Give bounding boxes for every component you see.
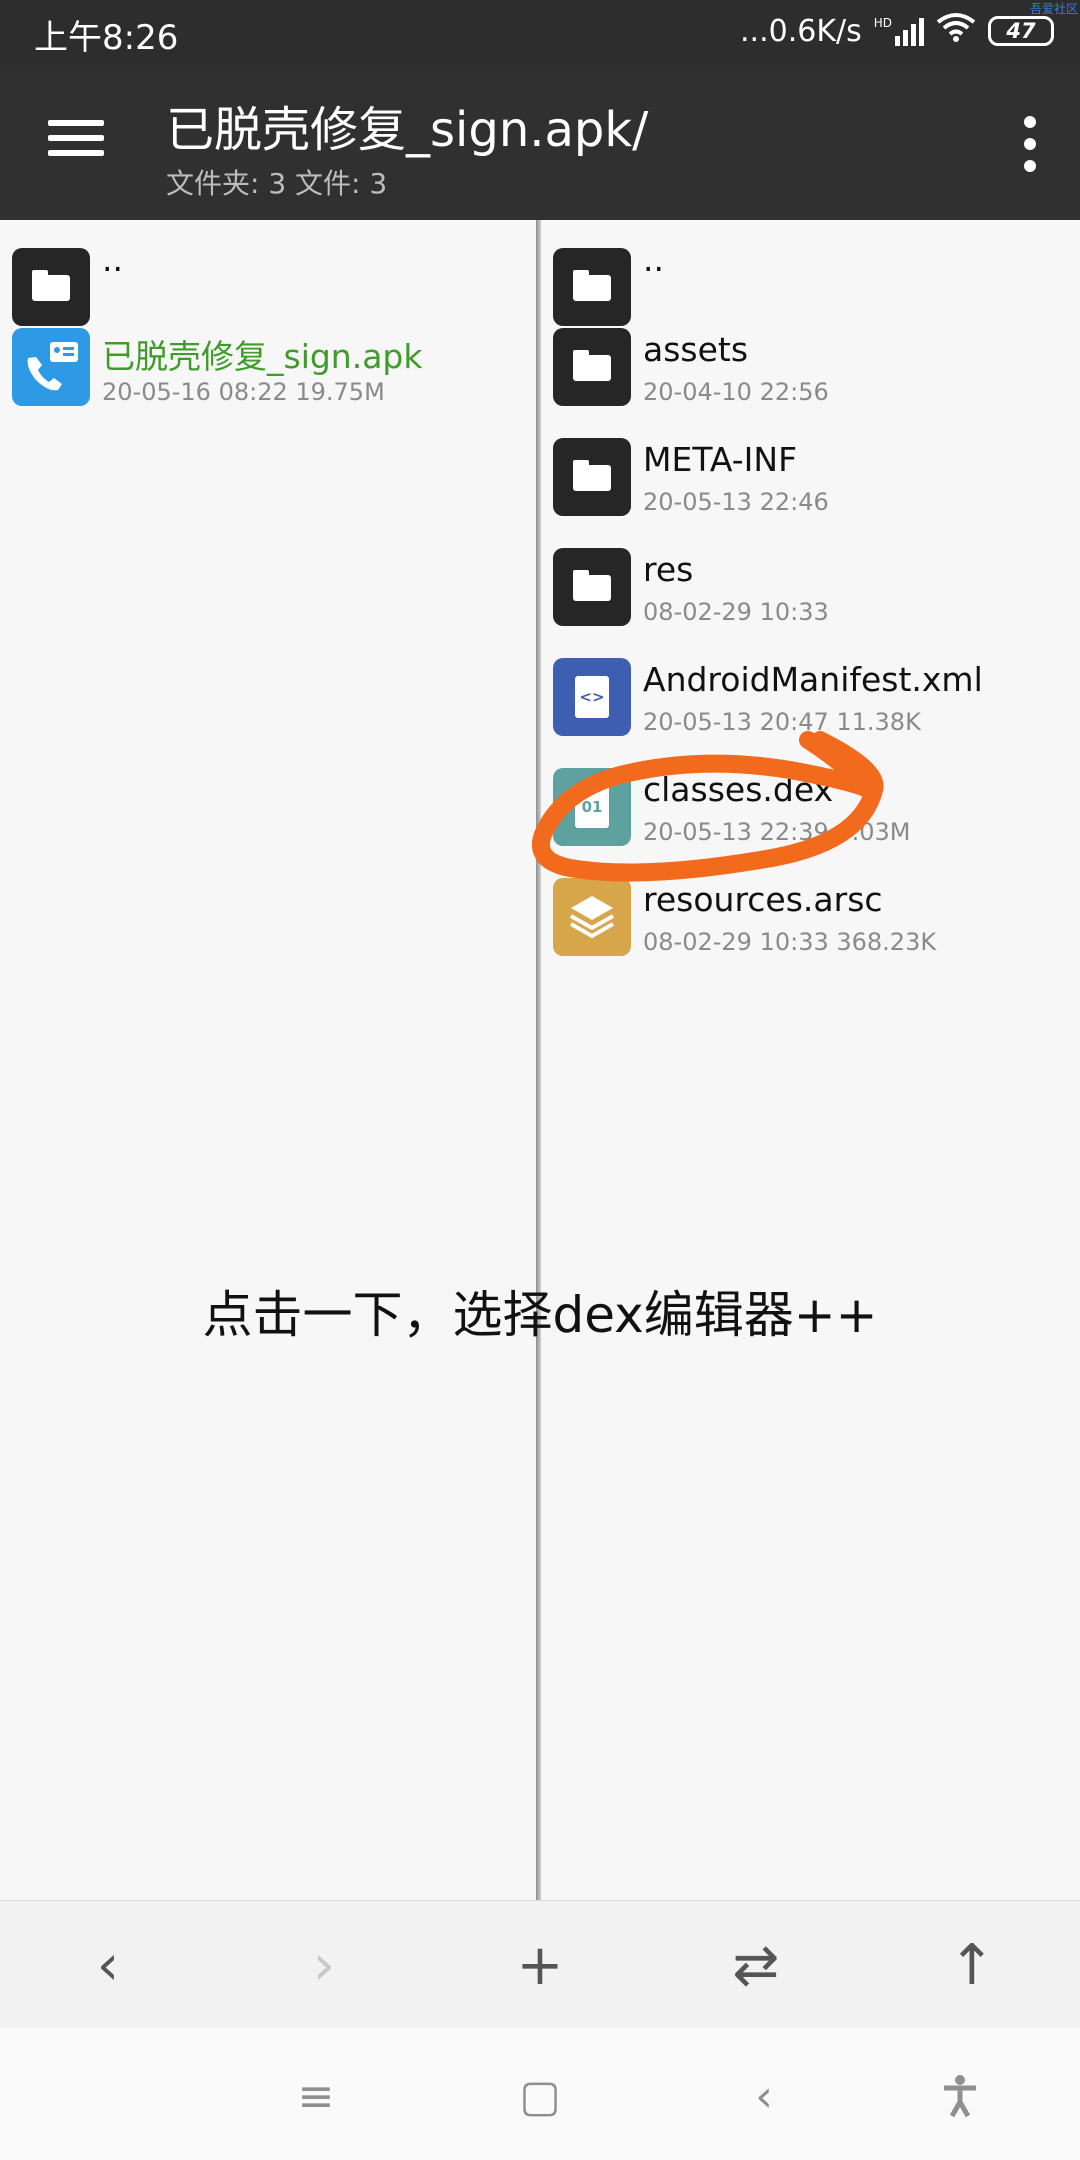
entry-name: 已脱壳修复_sign.apk bbox=[102, 337, 423, 376]
wifi-icon bbox=[936, 12, 976, 50]
status-time: 上午8:26 bbox=[34, 18, 179, 58]
swap-panes-icon[interactable]: ⇄ bbox=[716, 1925, 796, 2005]
entry-meta: 20-05-13 20:47 11.38K bbox=[643, 708, 921, 736]
page-title: 已脱壳修复_sign.apk/ bbox=[166, 102, 649, 158]
folder-item-meta-inf[interactable]: META-INF 20-05-13 22:46 bbox=[553, 422, 1073, 522]
signal-icon: HD bbox=[874, 16, 924, 46]
page-subtitle: 文件夹: 3 文件: 3 bbox=[166, 167, 388, 200]
entry-name: resources.arsc bbox=[643, 880, 883, 919]
home-icon[interactable]: ▢ bbox=[508, 2064, 572, 2128]
entry-meta: 20-05-16 08:22 19.75M bbox=[102, 378, 385, 406]
entry-name: AndroidManifest.xml bbox=[643, 660, 983, 699]
folder-icon bbox=[553, 438, 631, 516]
file-item-resources-arsc[interactable]: resources.arsc 08-02-29 10:33 368.23K bbox=[553, 862, 1073, 962]
forward-arrow-icon[interactable]: › bbox=[284, 1925, 364, 2005]
entry-name: META-INF bbox=[643, 440, 798, 479]
entry-meta: 20-04-10 22:56 bbox=[643, 378, 829, 406]
more-options-icon[interactable] bbox=[1020, 116, 1040, 172]
folder-item-res[interactable]: res 08-02-29 10:33 bbox=[553, 532, 1073, 632]
entry-name: .. bbox=[643, 240, 664, 279]
back-arrow-icon[interactable]: ‹ bbox=[68, 1925, 148, 2005]
signal-label: HD bbox=[873, 16, 892, 30]
recents-menu-icon[interactable]: ≡ bbox=[284, 2064, 348, 2128]
system-nav-bar: ≡ ▢ ‹ bbox=[0, 2028, 1080, 2160]
entry-name: .. bbox=[102, 240, 123, 279]
folder-icon bbox=[553, 328, 631, 406]
entry-meta: 08-02-29 10:33 bbox=[643, 598, 829, 626]
entry-meta: 08-02-29 10:33 368.23K bbox=[643, 928, 937, 956]
accessibility-icon[interactable] bbox=[928, 2064, 992, 2128]
dex-file-icon: 01 bbox=[553, 768, 631, 846]
back-icon[interactable]: ‹ bbox=[732, 2064, 796, 2128]
file-item-android-manifest[interactable]: <> AndroidManifest.xml 20-05-13 20:47 11… bbox=[553, 642, 1073, 742]
file-item-apk[interactable]: 已脱壳修复_sign.apk 20-05-16 08:22 19.75M bbox=[12, 312, 532, 412]
entry-meta: 20-05-13 22:39 6.03M bbox=[643, 818, 911, 846]
xml-file-icon: <> bbox=[553, 658, 631, 736]
app-bar: 已脱壳修复_sign.apk/ 文件夹: 3 文件: 3 bbox=[0, 66, 1080, 220]
right-file-pane: .. assets 20-04-10 22:56 META-INF 20-05-… bbox=[541, 220, 1080, 1900]
phone-app-icon bbox=[12, 328, 90, 406]
add-icon[interactable]: + bbox=[500, 1925, 580, 2005]
file-item-classes-dex[interactable]: 01 classes.dex 20-05-13 22:39 6.03M bbox=[553, 752, 1073, 852]
entry-name: assets bbox=[643, 330, 749, 369]
entry-name: classes.dex bbox=[643, 770, 834, 809]
bottom-toolbar: ‹ › + ⇄ ↑ bbox=[0, 1900, 1080, 2028]
battery-icon: 47 bbox=[988, 16, 1054, 46]
status-bar: 上午8:26 ...0.6K/s HD 47 吾爱社区 bbox=[0, 0, 1080, 66]
entry-name: res bbox=[643, 550, 694, 589]
instruction-annotation: 点击一下，选择dex编辑器++ bbox=[202, 1286, 878, 1344]
folder-icon bbox=[553, 548, 631, 626]
left-file-pane: .. 已脱壳修复_sign.apk 20-05-16 08:22 19.75M bbox=[0, 220, 536, 1900]
network-speed: ...0.6K/s bbox=[740, 13, 862, 49]
folder-item-assets[interactable]: assets 20-04-10 22:56 bbox=[553, 312, 1073, 412]
entry-meta: 20-05-13 22:46 bbox=[643, 488, 829, 516]
watermark: 吾爱社区 bbox=[1029, 2, 1078, 16]
status-indicators: ...0.6K/s HD 47 bbox=[740, 12, 1054, 50]
up-directory-icon[interactable]: ↑ bbox=[932, 1925, 1012, 2005]
layers-icon bbox=[553, 878, 631, 956]
hamburger-menu-icon[interactable] bbox=[48, 120, 104, 164]
